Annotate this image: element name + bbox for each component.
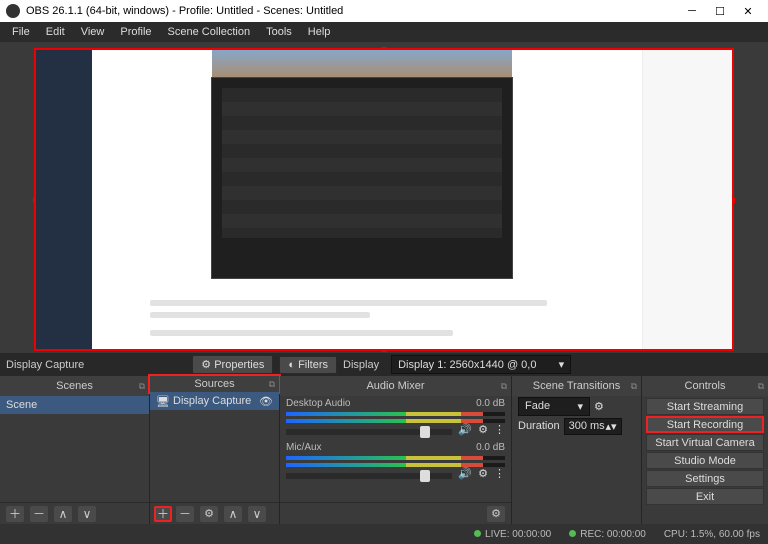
menu-file[interactable]: File	[4, 24, 38, 40]
menu-profile[interactable]: Profile	[112, 24, 159, 40]
main-menu-bar: File Edit View Profile Scene Collection …	[0, 22, 768, 42]
source-properties-button[interactable]: ⚙	[200, 506, 218, 522]
minimize-button[interactable]: ─	[678, 0, 706, 22]
scene-remove-button[interactable]: －	[30, 506, 48, 522]
live-indicator-icon	[474, 530, 481, 537]
preview-canvas[interactable]	[34, 48, 734, 351]
chevron-down-icon: ▾	[577, 400, 583, 413]
scenes-toolbar: ＋ － ∧ ∨	[0, 502, 149, 524]
popout-icon[interactable]: ⧉	[758, 381, 764, 392]
properties-button[interactable]: ⚙ Properties	[192, 355, 273, 374]
filter-icon: ◐	[288, 359, 295, 371]
audio-meter	[286, 419, 505, 423]
scene-down-button[interactable]: ∨	[78, 506, 96, 522]
menu-help[interactable]: Help	[300, 24, 339, 40]
mixer-channel: Desktop Audio0.0 dB 🔊 ⚙ ⋮	[286, 398, 505, 436]
start-recording-button[interactable]: Start Recording	[646, 416, 764, 433]
popout-icon[interactable]: ⧉	[139, 381, 145, 392]
audio-meter	[286, 463, 505, 467]
popout-icon[interactable]: ⧉	[269, 379, 275, 390]
popout-icon[interactable]: ⧉	[631, 381, 637, 392]
chevron-down-icon: ▾	[559, 358, 565, 371]
start-virtual-camera-button[interactable]: Start Virtual Camera	[646, 434, 764, 451]
captured-display-content	[36, 50, 732, 349]
mixer-settings-button[interactable]: ⚙	[487, 506, 505, 522]
monitor-icon: 🖥	[156, 395, 170, 408]
scenes-panel-header[interactable]: Scenes ⧉	[0, 376, 149, 396]
channel-settings-icon[interactable]: ⚙	[478, 467, 488, 480]
popout-icon[interactable]: ⧉	[501, 381, 507, 392]
visibility-toggle-icon[interactable]: 👁	[259, 395, 273, 408]
display-select[interactable]: Display 1: 2560x1440 @ 0,0 ▾	[391, 355, 571, 374]
settings-button[interactable]: Settings	[646, 470, 764, 487]
status-bar: LIVE: 00:00:00 REC: 00:00:00 CPU: 1.5%, …	[0, 524, 768, 544]
audio-meter	[286, 412, 505, 416]
scene-up-button[interactable]: ∧	[54, 506, 72, 522]
close-button[interactable]: ✕	[734, 0, 762, 22]
speaker-icon[interactable]: 🔊	[458, 423, 472, 436]
volume-slider[interactable]	[286, 473, 452, 479]
filters-button[interactable]: ◐ Filters	[279, 356, 337, 374]
cpu-fps-readout: CPU: 1.5%, 60.00 fps	[664, 529, 760, 540]
display-label: Display	[343, 359, 379, 371]
source-row[interactable]: 🖥 Display Capture 👁	[150, 392, 279, 410]
rec-indicator-icon	[569, 530, 576, 537]
source-remove-button[interactable]: －	[176, 506, 194, 522]
speaker-icon[interactable]: 🔊	[458, 467, 472, 480]
start-streaming-button[interactable]: Start Streaming	[646, 398, 764, 415]
channel-settings-icon[interactable]: ⚙	[478, 423, 488, 436]
menu-tools[interactable]: Tools	[258, 24, 300, 40]
audio-meter	[286, 456, 505, 460]
source-up-button[interactable]: ∧	[224, 506, 242, 522]
selected-source-name: Display Capture	[6, 359, 84, 371]
source-add-button[interactable]: ＋	[154, 506, 172, 522]
kebab-icon[interactable]: ⋮	[494, 467, 505, 480]
sources-panel-header[interactable]: Sources ⧉	[148, 374, 281, 394]
window-titlebar: OBS 26.1.1 (64-bit, windows) - Profile: …	[0, 0, 768, 22]
source-toolbar: Display Capture ⚙ Properties ◐ Filters D…	[0, 353, 768, 376]
menu-edit[interactable]: Edit	[38, 24, 73, 40]
scene-row[interactable]: Scene	[0, 396, 149, 414]
window-title: OBS 26.1.1 (64-bit, windows) - Profile: …	[26, 5, 343, 17]
menu-scene-collection[interactable]: Scene Collection	[160, 24, 259, 40]
kebab-icon[interactable]: ⋮	[494, 423, 505, 436]
sources-toolbar: ＋ － ⚙ ∧ ∨	[150, 502, 279, 524]
spinner-icon[interactable]: ▴▾	[606, 420, 617, 433]
mixer-panel-header[interactable]: Audio Mixer ⧉	[280, 376, 511, 396]
controls-panel-header[interactable]: Controls ⧉	[642, 376, 768, 396]
menu-view[interactable]: View	[73, 24, 113, 40]
duration-label: Duration	[518, 420, 560, 432]
mixer-channel: Mic/Aux0.0 dB 🔊 ⚙ ⋮	[286, 442, 505, 480]
gear-icon: ⚙	[201, 359, 211, 371]
duration-input[interactable]: 300 ms▴▾	[564, 418, 622, 435]
volume-slider[interactable]	[286, 429, 452, 435]
transition-select[interactable]: Fade ▾	[518, 397, 590, 416]
exit-button[interactable]: Exit	[646, 488, 764, 505]
maximize-button[interactable]: ☐	[706, 0, 734, 22]
transition-settings-icon[interactable]: ⚙	[594, 400, 604, 413]
app-logo-icon	[6, 4, 20, 18]
scene-add-button[interactable]: ＋	[6, 506, 24, 522]
transitions-panel-header[interactable]: Scene Transitions ⧉	[512, 376, 641, 396]
studio-mode-button[interactable]: Studio Mode	[646, 452, 764, 469]
source-down-button[interactable]: ∨	[248, 506, 266, 522]
